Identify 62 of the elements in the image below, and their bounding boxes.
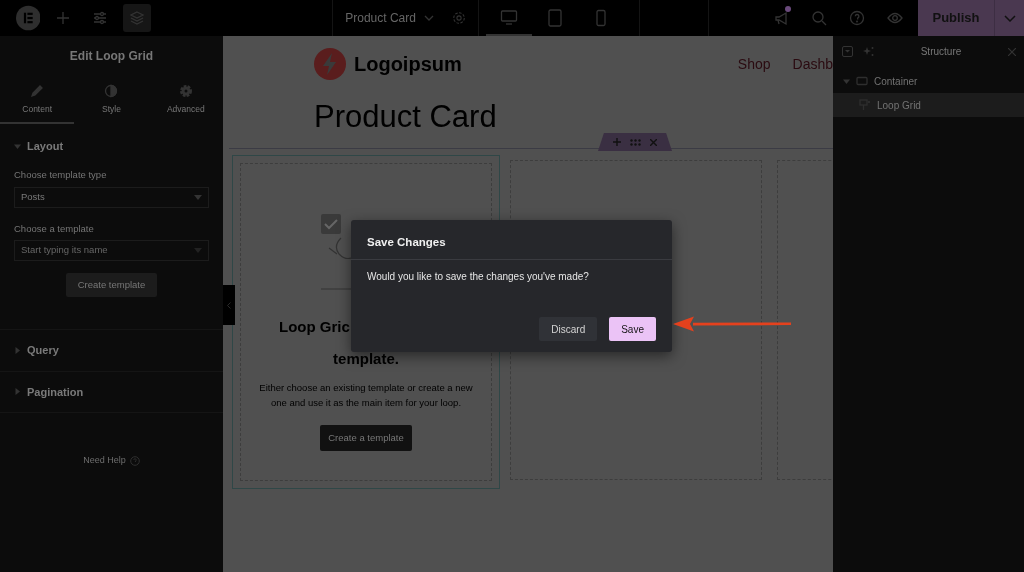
panel-title: Structure — [919, 45, 963, 59]
placeholder-text: Either choose an existing template or create a new one and use it as the main item for your loop. — [258, 381, 474, 411]
help-icon[interactable] — [848, 10, 865, 26]
tree-item[interactable]: Container — [833, 69, 1024, 93]
close-icon[interactable] — [650, 138, 657, 146]
dialog-title: Save Changes — [351, 220, 672, 261]
logo-text: Logoipsum — [354, 52, 462, 77]
publish-options-button[interactable] — [994, 0, 1024, 36]
placeholder-heading: Loop Gric — [279, 317, 351, 338]
collapse-icon[interactable] — [842, 46, 853, 57]
sliders-icon[interactable] — [92, 10, 109, 26]
chevron-down-icon — [423, 15, 434, 21]
create-template-button[interactable]: Create a template — [320, 424, 412, 451]
document-title[interactable]: Product Card — [333, 9, 446, 27]
layers-icon[interactable] — [129, 10, 146, 26]
container-icon — [856, 75, 868, 87]
section-header[interactable]: Layout — [14, 137, 209, 155]
close-icon[interactable] — [1008, 47, 1016, 56]
tablet-icon — [546, 9, 564, 27]
logo-icon[interactable] — [15, 4, 41, 32]
settings-icon[interactable] — [451, 10, 466, 26]
dialog-message: Would you like to save the changes you've made? — [366, 270, 590, 285]
plus-icon[interactable] — [613, 138, 621, 146]
collapse-panel-handle[interactable] — [223, 285, 235, 325]
sparkle-icon[interactable] — [863, 46, 874, 57]
chevron-down-icon — [1003, 14, 1016, 22]
select-field[interactable]: Posts — [14, 186, 209, 208]
select-field[interactable]: Start typing its name — [14, 239, 209, 261]
caret-right-icon — [14, 388, 21, 396]
nav-link[interactable]: Shop — [737, 53, 771, 75]
panel-tab[interactable]: Content — [0, 77, 75, 124]
section-header[interactable]: Query — [14, 342, 209, 359]
contrast-icon — [103, 83, 120, 99]
discard-button[interactable]: Discard — [539, 317, 598, 342]
megaphone-icon[interactable] — [772, 10, 789, 26]
caret-down-icon — [14, 142, 21, 150]
field-label: Choose a template — [14, 221, 95, 236]
caret-down-icon — [194, 194, 202, 200]
caret-down-icon — [843, 77, 850, 85]
panel-title: Edit Loop Grid — [68, 48, 155, 65]
search-icon[interactable] — [810, 10, 827, 26]
drag-handle-icon[interactable] — [630, 138, 641, 146]
container-handle[interactable] — [598, 133, 672, 151]
nav-link[interactable]: Dashb — [792, 53, 833, 75]
panel-tab[interactable]: Style — [74, 77, 149, 124]
page-heading: Product Card — [314, 98, 498, 136]
eye-icon[interactable] — [886, 10, 903, 26]
create-template-button[interactable]: Create template — [65, 272, 158, 297]
logo-icon — [314, 48, 346, 80]
gear-icon — [177, 83, 194, 99]
section-header[interactable]: Pagination — [14, 383, 209, 400]
help-icon[interactable] — [129, 455, 140, 466]
desktop-icon — [500, 9, 518, 27]
help-link[interactable]: Need Help — [83, 454, 126, 468]
placeholder-heading: template. — [333, 348, 399, 369]
tree-item[interactable]: Loop Grid — [833, 93, 1024, 117]
field-label: Choose template type — [14, 168, 108, 183]
add-icon[interactable] — [55, 10, 72, 26]
caret-right-icon — [14, 346, 21, 354]
save-button[interactable]: Save — [609, 317, 656, 342]
chevron-left-icon — [227, 301, 231, 309]
panel-tab[interactable]: Advanced — [148, 77, 223, 124]
